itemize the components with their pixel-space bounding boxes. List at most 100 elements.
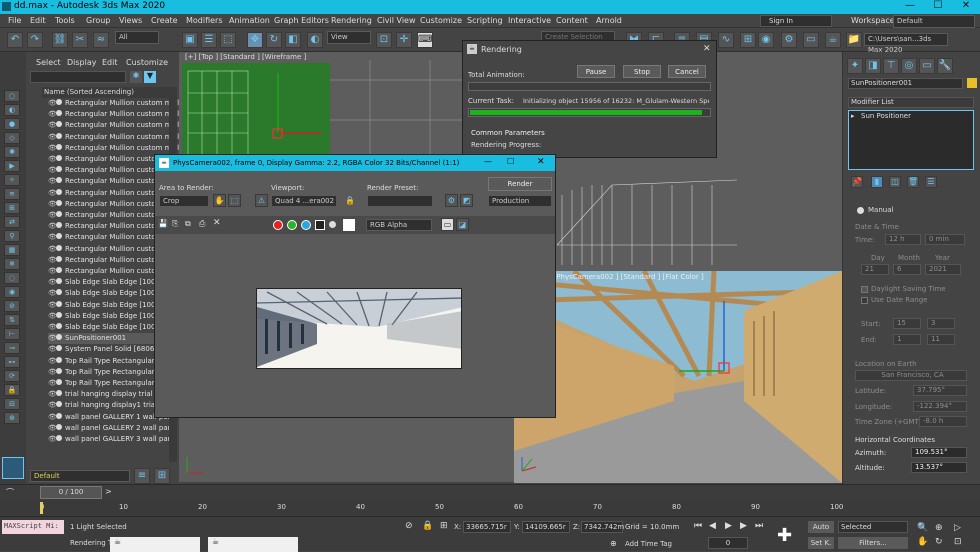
menu-edit[interactable]: Edit [30, 16, 46, 25]
visibility-eye-icon[interactable]: 👁 [48, 210, 57, 221]
menu-rendering[interactable]: Rendering [331, 16, 372, 25]
rendered-frame-window-icon[interactable]: ▭ [803, 32, 819, 48]
visibility-eye-icon[interactable]: 👁 [48, 98, 57, 109]
keyboard-shortcut-override-icon[interactable]: ⌨ [417, 32, 433, 48]
visibility-eye-icon[interactable]: 👁 [48, 232, 57, 243]
motion-tab-icon[interactable]: ◎ [901, 58, 917, 74]
menu-scripting[interactable]: Scripting [467, 16, 503, 25]
common-params-header[interactable]: Common Parameters [471, 129, 545, 137]
visibility-eye-icon[interactable]: 👁 [48, 199, 57, 210]
zoom-all-icon[interactable]: ⊕ [935, 523, 943, 533]
longitude-spinner[interactable]: -122.394° [913, 401, 967, 412]
region-select-icon[interactable]: ⬚ [220, 32, 236, 48]
tab-edit[interactable]: Edit [102, 58, 118, 67]
clear-icon[interactable]: ✕ [213, 218, 221, 228]
visibility-eye-icon[interactable]: 👁 [48, 266, 57, 277]
print-image-icon[interactable]: ⎙ [199, 219, 205, 229]
stop-button[interactable]: Stop [623, 65, 661, 78]
display-toggle-icon[interactable]: ▭ [441, 218, 454, 231]
undo-icon[interactable]: ↶ [7, 32, 23, 48]
key-filters-button[interactable]: Filters... [838, 537, 908, 549]
modifier-stack[interactable]: ▸ Sun Positioner [848, 110, 974, 170]
current-frame-field[interactable]: 0 [708, 537, 748, 549]
visibility-eye-icon[interactable]: 👁 [48, 356, 57, 367]
display-hidden-icon[interactable]: ◌ [4, 272, 20, 284]
utilities-tab-icon[interactable]: 🔧 [937, 58, 953, 74]
year-spinner[interactable]: 2021 [925, 264, 961, 275]
play-icon[interactable]: ▶ [725, 521, 732, 531]
menu-file[interactable]: File [8, 16, 21, 25]
visibility-eye-icon[interactable]: 👁 [48, 277, 57, 288]
hierarchy-tab-icon[interactable]: ⊤ [883, 58, 899, 74]
link-icon[interactable]: ⛓ [52, 32, 68, 48]
display-lights-icon[interactable]: ✺ [4, 146, 20, 158]
display-cameras-icon[interactable]: ▶ [4, 160, 20, 172]
frame-close-button[interactable]: ✕ [537, 157, 545, 167]
schematic-icon[interactable]: ⊞ [740, 32, 756, 48]
collapse-icon[interactable]: ⊟ [4, 398, 20, 410]
time-slider[interactable]: ⌒ 0 / 100 > [0, 484, 980, 500]
time-slider-thumb[interactable]: 0 / 100 [40, 486, 102, 499]
curve-editor-icon[interactable]: ∿ [718, 32, 734, 48]
frame-maximize-button[interactable]: ☐ [507, 157, 514, 166]
maxscript-listener[interactable]: MAXScript Mi: [2, 520, 64, 534]
move-icon[interactable]: ✥ [247, 32, 263, 48]
display-influences-icon[interactable]: ⊸ [4, 342, 20, 354]
minimize-button[interactable]: — [896, 0, 924, 14]
column-header[interactable]: Name (Sorted Ascending) [42, 87, 177, 98]
set-key-button[interactable]: Set K. [808, 537, 834, 549]
start-month-spinner[interactable]: 3 [927, 318, 955, 329]
redo-icon[interactable]: ↷ [27, 32, 43, 48]
menu-animation[interactable]: Animation [229, 16, 270, 25]
visibility-eye-icon[interactable]: 👁 [48, 423, 57, 434]
display-spacewarps-icon[interactable]: ≋ [4, 188, 20, 200]
month-spinner[interactable]: 6 [893, 264, 921, 275]
visibility-eye-icon[interactable]: 👁 [48, 132, 57, 143]
previous-frame-icon[interactable]: ◀ [709, 521, 716, 531]
track-bar[interactable]: 0102030405060708090100 [0, 500, 980, 516]
create-tab-icon[interactable]: ✦ [847, 58, 863, 74]
maximize-viewport-icon[interactable]: ⊡ [954, 537, 962, 547]
next-frame-icon[interactable]: ▶ [740, 521, 747, 531]
auto-region-icon[interactable]: ⬚ [228, 194, 241, 207]
display-dependents-icon[interactable]: ⊷ [4, 356, 20, 368]
red-channel-icon[interactable] [273, 220, 283, 230]
visibility-eye-icon[interactable]: 👁 [48, 412, 57, 423]
display-bones-icon[interactable]: ⚲ [4, 230, 20, 242]
time-minute-spinner[interactable]: 0 min [925, 234, 965, 245]
object-color-swatch[interactable] [967, 78, 977, 88]
manual-radio[interactable] [857, 207, 864, 214]
render-production-icon[interactable]: ☕ [825, 32, 841, 48]
mini-curve-editor-icon[interactable]: ⌒ [6, 487, 14, 498]
find-icon[interactable]: ✱ [130, 71, 142, 83]
display-none-filter-icon[interactable]: ⊘ [4, 300, 20, 312]
workspace-dropdown[interactable]: Default [893, 15, 975, 28]
invert-display-icon[interactable]: ⇅ [4, 314, 20, 326]
go-to-start-icon[interactable]: ⏮ [694, 521, 702, 531]
visibility-eye-icon[interactable]: 👁 [48, 109, 57, 120]
key-mode-icon[interactable]: ✚ [777, 525, 792, 546]
time-tag-icon[interactable]: ⊕ [610, 539, 617, 548]
display-shapes-icon[interactable]: ◇ [4, 132, 20, 144]
azimuth-spinner[interactable]: 109.531° [911, 447, 967, 458]
latitude-spinner[interactable]: 37.795° [913, 385, 967, 396]
close-button[interactable]: ✕ [952, 0, 980, 14]
menu-tools[interactable]: Tools [55, 16, 75, 25]
configure-sets-icon[interactable]: ☰ [925, 176, 937, 188]
sync-selection-icon[interactable]: ⟳ [4, 370, 20, 382]
edit-region-icon[interactable]: ✋ [213, 194, 226, 207]
visibility-eye-icon[interactable]: 👁 [48, 311, 57, 322]
pan-icon[interactable]: ✋ [917, 537, 928, 547]
absolute-mode-icon[interactable]: ⊞ [440, 521, 448, 531]
x-coordinate-field[interactable]: 33665.715r [463, 521, 511, 533]
placement-icon[interactable]: ◐ [307, 32, 323, 48]
unlink-icon[interactable]: ✂ [72, 32, 88, 48]
selection-filter-dropdown[interactable]: All [115, 31, 159, 44]
current-layer-dropdown[interactable]: Default [30, 470, 130, 482]
menu-group[interactable]: Group [86, 16, 110, 25]
taskbar-frame-item[interactable]: ☕ [208, 537, 298, 552]
visibility-eye-icon[interactable]: 👁 [48, 154, 57, 165]
y-coordinate-field[interactable]: 14109.665r [522, 521, 570, 533]
color-correction-icon[interactable]: ◪ [456, 218, 469, 231]
select-by-name-icon[interactable]: ☰ [201, 32, 217, 48]
